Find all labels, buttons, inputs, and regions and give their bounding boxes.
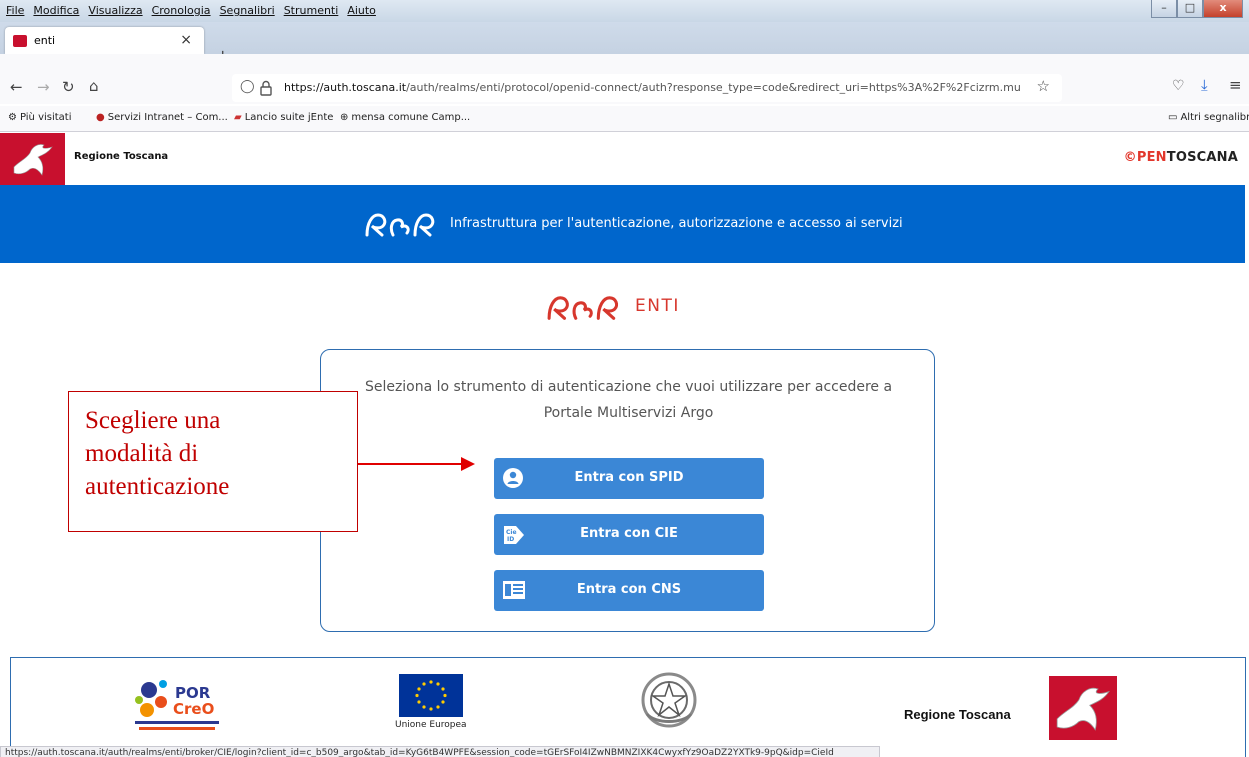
org-name: Regione Toscana: [74, 151, 169, 162]
reload-icon[interactable]: ↻: [62, 78, 75, 96]
arpa-logo-icon: [365, 213, 435, 237]
other-bookmarks[interactable]: ▭ Altri segnalibri: [1168, 112, 1249, 123]
login-cie-label: Entra con CIE: [580, 526, 678, 541]
auth-selection-card: Seleziona lo strumento di autenticazione…: [320, 349, 935, 632]
url-text[interactable]: https://auth.toscana.it/auth/realms/enti…: [284, 81, 1020, 94]
bookmark-piu-visitati[interactable]: ⚙ Più visitati: [8, 112, 72, 123]
menu-modifica[interactable]: Modifica: [33, 4, 79, 17]
menu-segnalibri[interactable]: Segnalibri: [220, 4, 275, 17]
opentoscana-logo[interactable]: ©PENTOSCANA: [1124, 150, 1238, 165]
close-tab-icon[interactable]: ×: [180, 32, 192, 48]
tab-strip: enti × +: [0, 22, 1249, 65]
tab-enti[interactable]: enti ×: [5, 27, 204, 54]
arpa-red-logo-icon: [547, 296, 619, 320]
bookmarks-toolbar: ⚙ Più visitati ● Servizi Intranet – Com...…: [0, 106, 1249, 132]
arpa-banner: Infrastruttura per l'autenticazione, aut…: [0, 185, 1245, 263]
menu-cronologia[interactable]: Cronologia: [152, 4, 211, 17]
italian-republic-emblem[interactable]: [639, 670, 699, 730]
status-bar-link-preview: https://auth.toscana.it/auth/realms/enti…: [0, 746, 880, 757]
browser-window: File Modifica Visualizza Cronologia Segn…: [0, 0, 1249, 757]
close-window-button[interactable]: x: [1203, 0, 1243, 18]
banner-text: Infrastruttura per l'autenticazione, aut…: [450, 215, 903, 231]
globe-icon: ⊕: [340, 112, 349, 123]
callout-line-3: autenticazione: [85, 473, 230, 500]
login-spid-label: Entra con SPID: [574, 470, 684, 485]
footer-regione-toscana-logo[interactable]: [1049, 676, 1117, 740]
por-creo-logo[interactable]: POR CreO: [129, 674, 239, 734]
menu-file[interactable]: File: [6, 4, 24, 17]
login-cns-label: Entra con CNS: [576, 582, 682, 597]
site-header: Regione Toscana ©PENTOSCANA: [0, 133, 1249, 185]
footer-org-name: Regione Toscana: [904, 707, 1011, 722]
home-icon[interactable]: ⌂: [89, 77, 99, 95]
eu-logo[interactable]: Unione Europea: [395, 674, 473, 732]
svg-text:CreO: CreO: [173, 700, 214, 718]
minimize-button[interactable]: –: [1151, 0, 1177, 18]
bookmark-star-icon[interactable]: ☆: [1037, 77, 1050, 95]
login-cie-button[interactable]: Cie ID Entra con CIE: [494, 514, 764, 555]
menu-bar: File Modifica Visualizza Cronologia Segn…: [0, 0, 1249, 22]
bookmark-mensa[interactable]: ⊕ mensa comune Camp...: [340, 112, 470, 123]
callout-line-2: modalità di: [85, 440, 199, 467]
regione-toscana-favicon-icon: [13, 35, 27, 47]
menu-visualizza[interactable]: Visualizza: [88, 4, 142, 17]
arpa-enti-logo: ENTI: [545, 291, 680, 321]
bookmark-lancio-suite[interactable]: ▰ Lancio suite jEnte: [234, 112, 333, 123]
eu-label: Unione Europea: [395, 720, 467, 730]
regione-toscana-logo[interactable]: [0, 133, 65, 185]
footer-pegasus-icon: [1056, 687, 1110, 731]
footer-logos: POR CreO Unione Europea Regione Toscana: [10, 657, 1246, 757]
address-bar[interactable]: ◯ https://auth.toscana.it/auth/realms/en…: [232, 74, 1062, 102]
bookmark-servizi-intranet[interactable]: ● Servizi Intranet – Com...: [96, 112, 228, 123]
por-creo-icon: POR CreO: [135, 680, 219, 730]
download-icon[interactable]: ⤓: [1201, 76, 1208, 94]
back-icon[interactable]: ←: [10, 78, 23, 96]
callout-line-1: Scegliere una: [85, 407, 221, 434]
callout-arrow-line: [358, 463, 464, 465]
tracking-shield-icon[interactable]: ◯: [240, 79, 255, 94]
login-cns-button[interactable]: Entra con CNS: [494, 570, 764, 611]
folder-icon: ▭: [1168, 112, 1178, 123]
crest-icon: ●: [96, 112, 105, 123]
page-content: Regione Toscana ©PENTOSCANA Infrastruttu…: [0, 133, 1249, 757]
eu-flag-icon: [399, 674, 463, 717]
realm-label: ENTI: [635, 296, 680, 316]
pocket-icon[interactable]: ♡: [1172, 78, 1185, 94]
app-icon: ▰: [234, 112, 242, 123]
auth-prompt-line-2: Portale Multiservizi Argo: [543, 405, 714, 421]
auth-prompt-line-1: Seleziona lo strumento di autenticazione…: [364, 379, 893, 395]
menu-aiuto[interactable]: Aiuto: [347, 4, 376, 17]
callout-arrow-head-icon: [461, 457, 475, 471]
app-menu-icon[interactable]: ≡: [1229, 76, 1242, 94]
maximize-button[interactable]: □: [1177, 0, 1203, 18]
auth-prompt: Seleziona lo strumento di autenticazione…: [321, 374, 936, 426]
pegasus-icon: [13, 144, 53, 176]
star-emblem-icon: [641, 672, 697, 728]
tab-title: enti: [34, 34, 56, 47]
instruction-callout: Scegliere una modalità di autenticazione: [68, 391, 358, 532]
forward-icon[interactable]: →: [37, 78, 50, 96]
gear-icon: ⚙: [8, 112, 17, 123]
login-spid-button[interactable]: Entra con SPID: [494, 458, 764, 499]
padlock-icon[interactable]: [260, 80, 272, 96]
menu-strumenti[interactable]: Strumenti: [284, 4, 339, 17]
